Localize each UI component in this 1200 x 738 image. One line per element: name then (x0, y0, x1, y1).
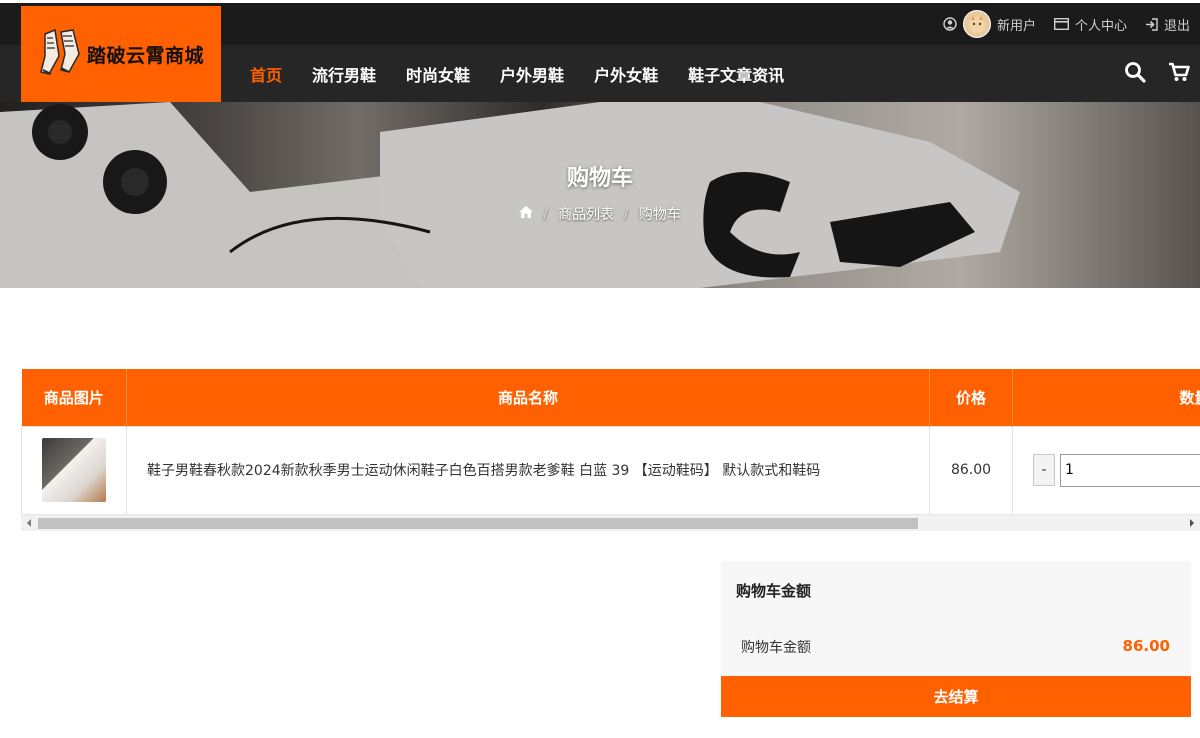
scroll-left-arrow-icon[interactable] (27, 519, 31, 527)
breadcrumb-product-list[interactable]: 商品列表 (558, 204, 614, 224)
cart-total-value: 86.00 (1122, 637, 1170, 655)
cart-totals-title: 购物车金额 (736, 582, 812, 600)
main-menu: 首页 流行男鞋 时尚女鞋 户外男鞋 户外女鞋 鞋子文章资讯 (250, 45, 784, 102)
column-header-name: 商品名称 (126, 369, 930, 426)
breadcrumb-cart: 购物车 (638, 207, 681, 223)
checkout-button[interactable]: 去结算 (721, 676, 1191, 717)
nav-item-popular-men[interactable]: 流行男鞋 (312, 62, 376, 86)
nav-icons (1124, 45, 1190, 102)
cart-table: 商品图片 商品名称 价格 数量 鞋子男鞋春秋款2024新款秋季男士运动休闲鞋子白… (21, 369, 1200, 515)
quantity-input[interactable] (1060, 453, 1200, 487)
breadcrumb-separator: / (624, 206, 629, 222)
page-banner (0, 102, 1200, 288)
cart-table-header: 商品图片 商品名称 价格 数量 (21, 369, 1200, 426)
column-header-image: 商品图片 (21, 369, 127, 426)
quantity-decrease-button[interactable]: - (1033, 454, 1055, 486)
cart-totals-panel: 购物车金额 购物车金额 86.00 去结算 (721, 561, 1191, 717)
user-name: 新用户 (996, 18, 1036, 34)
product-name[interactable]: 鞋子男鞋春秋款2024新款秋季男士运动休闲鞋子白色百搭男款老爹鞋 白蓝 39 【… (126, 425, 930, 515)
home-icon[interactable] (519, 206, 534, 222)
breadcrumb-separator: / (543, 206, 548, 222)
column-header-quantity: 数量 (1012, 369, 1200, 426)
column-header-price: 价格 (929, 369, 1013, 426)
nav-item-outdoor-men[interactable]: 户外男鞋 (500, 62, 564, 86)
quantity-stepper: - (1013, 453, 1200, 487)
horizontal-scrollbar[interactable] (21, 514, 1200, 531)
user-circle-icon (943, 17, 957, 31)
search-icon[interactable] (1124, 61, 1146, 87)
nav-item-articles[interactable]: 鞋子文章资讯 (688, 62, 784, 86)
site-logo[interactable]: 踏破云霄商城 (21, 6, 221, 102)
product-thumbnail[interactable] (42, 438, 106, 502)
scroll-right-arrow-icon[interactable] (1190, 519, 1194, 527)
logout-link[interactable]: 退出 (1145, 15, 1190, 34)
scrollbar-thumb[interactable] (38, 518, 918, 529)
user-center-label: 个人中心 (1074, 18, 1127, 34)
user-link[interactable]: 新用户 (943, 10, 1036, 38)
column-header-quantity-label: 数量 (1179, 388, 1200, 407)
nav-item-fashion-women[interactable]: 时尚女鞋 (406, 62, 470, 86)
user-center-link[interactable]: 个人中心 (1053, 15, 1127, 34)
breadcrumb: / 商品列表 / 购物车 (0, 204, 1200, 224)
cart-table-container: 商品图片 商品名称 价格 数量 鞋子男鞋春秋款2024新款秋季男士运动休闲鞋子白… (21, 369, 1200, 531)
page-title: 购物车 (566, 166, 633, 191)
sign-out-icon (1145, 17, 1158, 31)
avatar[interactable] (962, 10, 991, 38)
table-row: 鞋子男鞋春秋款2024新款秋季男士运动休闲鞋子白色百搭男款老爹鞋 白蓝 39 【… (21, 425, 1200, 515)
cart-total-label: 购物车金额 (741, 640, 811, 656)
product-quantity-cell: - (1012, 425, 1200, 515)
banner-shoe-image (0, 102, 1200, 288)
id-card-icon (1053, 18, 1069, 30)
product-image-cell (21, 425, 127, 515)
nav-item-home[interactable]: 首页 (250, 62, 282, 86)
top-links: 新用户 个人中心 退出 (943, 3, 1190, 45)
sneaker-logo-icon (39, 26, 83, 82)
cart-icon[interactable] (1168, 62, 1190, 86)
logo-text: 踏破云霄商城 (87, 44, 205, 67)
nav-item-outdoor-women[interactable]: 户外女鞋 (594, 62, 658, 86)
logout-label: 退出 (1163, 18, 1190, 34)
product-price: 86.00 (929, 425, 1013, 515)
